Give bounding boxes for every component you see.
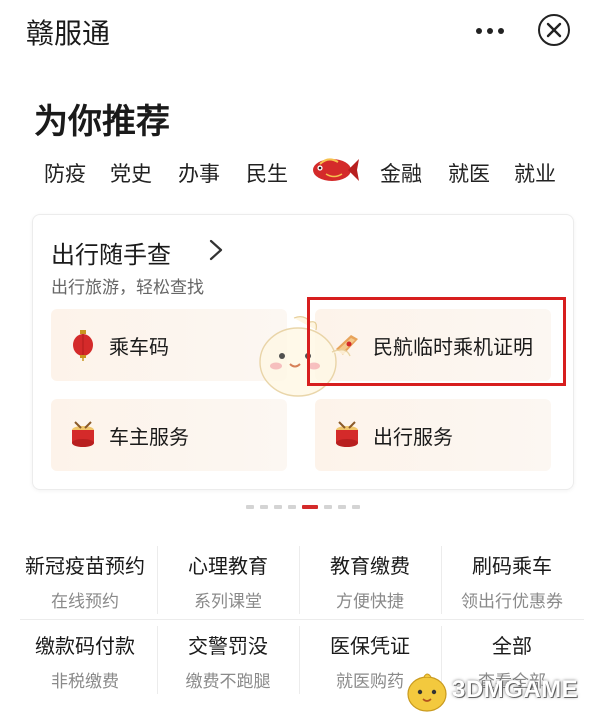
app-title: 赣服通 xyxy=(26,17,111,50)
red-drum-icon xyxy=(72,421,94,447)
red-drum-icon xyxy=(336,421,358,447)
tab-party-history[interactable]: 党史 xyxy=(110,158,152,188)
carousel-dot[interactable] xyxy=(246,505,254,509)
tile-car-owner-service[interactable]: 车主服务 xyxy=(51,399,287,471)
section-title: 为你推荐 xyxy=(34,102,170,142)
tile-label: 出行服务 xyxy=(373,425,453,449)
tab-employment[interactable]: 就业 xyxy=(514,158,556,188)
tab-affairs[interactable]: 办事 xyxy=(178,158,220,188)
tab-medical[interactable]: 就医 xyxy=(448,158,490,188)
top-bar: 赣服通 xyxy=(0,0,602,62)
card-title[interactable]: 出行随手查 xyxy=(51,235,171,270)
close-icon xyxy=(546,22,562,38)
service-payment-code[interactable]: 缴款码付款 非税缴费 xyxy=(14,620,156,700)
mascot-watermark-icon xyxy=(407,673,447,712)
service-traffic-fines[interactable]: 交警罚没 缴费不跑腿 xyxy=(157,620,299,700)
dot xyxy=(476,28,482,34)
dot xyxy=(487,28,493,34)
tab-livelihood[interactable]: 民生 xyxy=(246,158,288,188)
chevron-right-icon[interactable] xyxy=(205,237,227,263)
carousel-dot[interactable] xyxy=(324,505,332,509)
service-title: 缴款码付款 xyxy=(35,634,135,658)
service-title: 心理教育 xyxy=(188,554,268,578)
red-lantern-icon xyxy=(73,330,93,361)
carousel-dot[interactable] xyxy=(352,505,360,509)
red-fish-icon[interactable] xyxy=(308,152,360,188)
service-education-payment[interactable]: 教育缴费 方便快捷 xyxy=(299,540,441,620)
tab-epidemic[interactable]: 防疫 xyxy=(44,158,86,188)
service-title: 新冠疫苗预约 xyxy=(25,554,145,578)
watermark-text: 3DMGAME xyxy=(452,676,579,703)
carousel-dot[interactable] xyxy=(274,505,282,509)
carousel-dots xyxy=(246,505,360,511)
service-subtitle: 领出行优惠券 xyxy=(461,592,563,612)
carousel-dot[interactable] xyxy=(288,505,296,509)
service-title: 全部 xyxy=(492,634,532,658)
dot xyxy=(498,28,504,34)
carousel-dot-active[interactable] xyxy=(302,505,318,509)
service-title: 刷码乘车 xyxy=(472,554,552,578)
category-tabs: 防疫 党史 办事 民生 金融 就医 就业 xyxy=(44,152,574,192)
more-dots-icon[interactable] xyxy=(470,20,510,42)
service-subtitle: 方便快捷 xyxy=(336,592,404,612)
carousel-dot[interactable] xyxy=(260,505,268,509)
service-subtitle: 缴费不跑腿 xyxy=(185,672,271,692)
service-subtitle: 非税缴费 xyxy=(51,672,119,692)
service-title: 交警罚没 xyxy=(188,634,268,658)
service-title: 教育缴费 xyxy=(330,554,410,578)
service-subtitle: 系列课堂 xyxy=(194,592,262,612)
service-scan-ride[interactable]: 刷码乘车领出行优惠券 xyxy=(441,540,583,620)
tile-travel-service[interactable]: 出行服务 xyxy=(315,399,551,471)
service-subtitle: 在线预约 xyxy=(51,592,119,612)
tile-label: 车主服务 xyxy=(109,425,189,449)
service-title: 医保凭证 xyxy=(330,634,410,658)
service-vaccine-booking[interactable]: 新冠疫苗预约在线预约 xyxy=(14,540,156,620)
highlight-box xyxy=(307,297,566,386)
tab-finance[interactable]: 金融 xyxy=(380,158,422,188)
service-psychology-education[interactable]: 心理教育 系列课堂 xyxy=(157,540,299,620)
tile-label: 乘车码 xyxy=(109,335,169,359)
carousel-dot[interactable] xyxy=(338,505,346,509)
watermark: 3DMGAME xyxy=(404,666,600,716)
close-circle-icon[interactable] xyxy=(538,14,570,46)
card-subtitle: 出行旅游，轻松查找 xyxy=(51,278,204,298)
